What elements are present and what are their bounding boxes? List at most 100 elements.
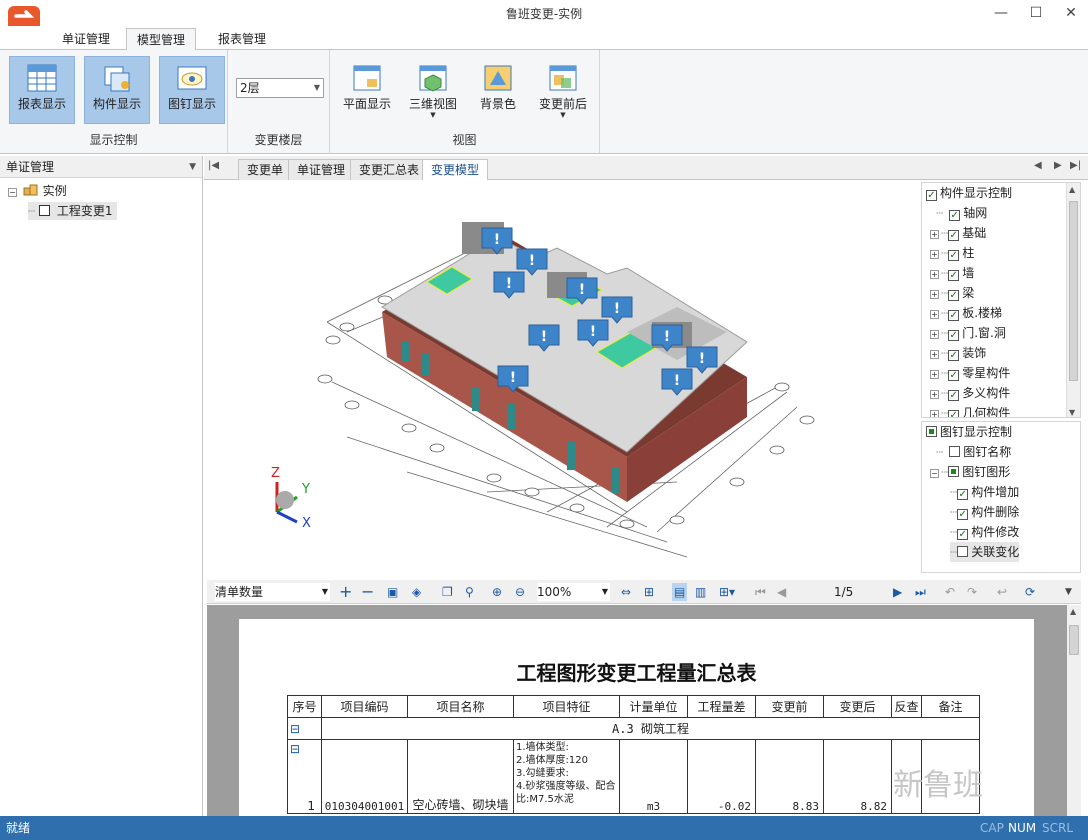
tree-item-slab-stair[interactable]: + ┄✓ 板.楼梯 bbox=[930, 303, 1002, 323]
zoom-in-icon[interactable]: + bbox=[339, 583, 352, 601]
tab-change-order[interactable]: 变更单 bbox=[238, 159, 293, 180]
expand-icon[interactable]: + bbox=[930, 350, 939, 359]
3d-view-button[interactable]: 三维视图 ▼ bbox=[400, 56, 466, 124]
checkbox-checked-icon[interactable]: ✓ bbox=[948, 370, 960, 381]
prev-tab-icon[interactable]: ◀ bbox=[1034, 160, 1042, 171]
component-display-button[interactable]: 构件显示 bbox=[84, 56, 150, 124]
background-color-button[interactable]: 背景色 bbox=[465, 56, 531, 124]
collapse-icon[interactable]: − bbox=[930, 469, 939, 478]
scrollbar[interactable]: ▲ ▼ bbox=[1066, 183, 1080, 417]
checkbox-checked-icon[interactable]: ✓ bbox=[948, 290, 960, 301]
zoom-page-out-icon[interactable]: ⊖ bbox=[515, 583, 525, 601]
back-icon[interactable]: ↩ bbox=[997, 583, 1007, 601]
checkbox-checked-icon[interactable]: ✓ bbox=[926, 190, 937, 201]
collapse-icon[interactable]: − bbox=[8, 188, 17, 197]
prev-page-icon[interactable]: ◀ bbox=[777, 583, 786, 601]
checkbox-checked-icon[interactable]: ✓ bbox=[957, 509, 969, 520]
checkbox-checked-icon[interactable]: ✓ bbox=[957, 489, 969, 500]
report-display-button[interactable]: 报表显示 bbox=[9, 56, 75, 124]
tree-item-related[interactable]: ┄ 关联变化 bbox=[950, 542, 1020, 562]
tree-item-door-window[interactable]: + ┄✓ 门.窗.洞 bbox=[930, 323, 1006, 343]
maximize-button[interactable]: ☐ bbox=[1021, 2, 1051, 24]
tree-item-pin-shape[interactable]: − ┄ 图钉图形 bbox=[930, 462, 1010, 482]
quantity-filter-select[interactable]: 清单数量 ▼ bbox=[215, 583, 330, 601]
tree-item-multi[interactable]: + ┄✓ 多义构件 bbox=[930, 383, 1010, 403]
tree-item-modify[interactable]: ┄✓ 构件修改 bbox=[950, 522, 1019, 542]
last-tab-icon[interactable]: ▶| bbox=[1070, 160, 1081, 171]
last-page-icon[interactable]: ⏭ bbox=[915, 583, 926, 601]
checkbox-unchecked-icon[interactable] bbox=[949, 446, 961, 457]
tree-item-column[interactable]: + ┄✓ 柱 bbox=[930, 243, 974, 263]
zoom-page-in-icon[interactable]: ⊕ bbox=[492, 583, 502, 601]
multi-page-icon[interactable]: ▥ bbox=[695, 583, 706, 601]
checkbox-checked-icon[interactable]: ✓ bbox=[948, 250, 960, 261]
refresh-icon[interactable]: ⟳ bbox=[1025, 583, 1035, 601]
tree-item-pin-name[interactable]: ┄ 图钉名称 bbox=[936, 442, 1011, 462]
tab-change-summary[interactable]: 变更汇总表 bbox=[350, 159, 429, 180]
tree-item-axis[interactable]: ┄ ✓ 轴网 bbox=[936, 203, 987, 223]
tree-item-decoration[interactable]: + ┄✓ 装饰 bbox=[930, 343, 986, 363]
chevron-down-icon[interactable]: ▼ bbox=[189, 156, 196, 178]
single-page-icon[interactable]: ▤ bbox=[672, 583, 688, 601]
expand-icon[interactable]: + bbox=[930, 370, 939, 379]
scroll-up-icon[interactable]: ▲ bbox=[1070, 607, 1076, 616]
expand-icon[interactable]: + bbox=[930, 390, 939, 399]
component-display-root[interactable]: ✓ 构件显示控制 bbox=[926, 183, 1012, 203]
tab-model-management[interactable]: 模型管理 bbox=[126, 28, 197, 51]
checkbox-checked-icon[interactable]: ✓ bbox=[948, 270, 960, 281]
expand-icon[interactable]: + bbox=[930, 330, 939, 339]
report-scrollbar[interactable]: ▲ bbox=[1067, 605, 1081, 816]
tree-item-wall[interactable]: + ┄✓ 墙 bbox=[930, 263, 974, 283]
expand-icon[interactable]: + bbox=[930, 250, 939, 259]
checkbox-partial-icon[interactable] bbox=[948, 466, 960, 477]
find-icon[interactable]: ⚲ bbox=[465, 583, 474, 601]
checkbox-checked-icon[interactable]: ✓ bbox=[948, 310, 960, 321]
checkbox-partial-icon[interactable] bbox=[926, 426, 937, 437]
copy-icon[interactable]: ❐ bbox=[442, 583, 453, 601]
expand-icon[interactable]: + bbox=[930, 310, 939, 319]
grid-view-icon[interactable]: ⊞▾ bbox=[719, 583, 735, 601]
row-expander-icon[interactable]: ⊟ bbox=[290, 742, 300, 756]
checkbox-checked-icon[interactable]: ✓ bbox=[957, 529, 969, 540]
first-tab-icon[interactable]: |◀ bbox=[208, 160, 219, 171]
checkbox-checked-icon[interactable]: ✓ bbox=[948, 350, 960, 361]
next-page-icon[interactable]: ▶ bbox=[893, 583, 902, 601]
toolbar-overflow-icon[interactable]: ▼ bbox=[1065, 583, 1072, 601]
tree-item-add[interactable]: ┄✓ 构件增加 bbox=[950, 482, 1019, 502]
first-page-icon[interactable]: ⏮ bbox=[755, 583, 766, 601]
redo-icon[interactable]: ↷ bbox=[967, 583, 977, 601]
tab-report-management[interactable]: 报表管理 bbox=[208, 28, 276, 51]
expand-icon[interactable]: + bbox=[930, 230, 939, 239]
pin-display-root[interactable]: 图钉显示控制 bbox=[926, 422, 1012, 442]
tree-item-misc[interactable]: + ┄✓ 零星构件 bbox=[930, 363, 1010, 383]
scroll-up-icon[interactable]: ▲ bbox=[1069, 185, 1075, 194]
save-icon[interactable]: ▣ bbox=[387, 583, 398, 601]
checkbox-checked-icon[interactable]: ✓ bbox=[948, 390, 960, 401]
pin-display-button[interactable]: 图钉显示 bbox=[159, 56, 225, 124]
before-after-button[interactable]: 变更前后 ▼ bbox=[530, 56, 596, 124]
tree-item-beam[interactable]: + ┄✓ 梁 bbox=[930, 283, 974, 303]
model-viewport[interactable]: ! ! ! ! ! ! ! ! ! ! ! Z Y X bbox=[207, 182, 916, 572]
floor-select[interactable]: 2层 ▼ bbox=[236, 78, 324, 98]
undo-icon[interactable]: ↶ bbox=[945, 583, 955, 601]
close-button[interactable]: ✕ bbox=[1056, 2, 1086, 24]
checkbox-unchecked-icon[interactable] bbox=[957, 546, 969, 557]
edit-icon[interactable]: ◈ bbox=[412, 583, 421, 601]
tree-item-foundation[interactable]: + ┄✓ 基础 bbox=[930, 223, 986, 243]
zoom-out-icon[interactable]: − bbox=[361, 583, 374, 601]
tab-document-management[interactable]: 单证管理 bbox=[52, 28, 120, 51]
next-tab-icon[interactable]: ▶ bbox=[1054, 160, 1062, 171]
checkbox-checked-icon[interactable]: ✓ bbox=[948, 410, 960, 417]
group-expander-icon[interactable]: ⊟ bbox=[287, 717, 322, 740]
checkbox-checked-icon[interactable]: ✓ bbox=[948, 330, 960, 341]
checkbox-checked-icon[interactable]: ✓ bbox=[949, 210, 961, 221]
scroll-thumb[interactable] bbox=[1069, 201, 1078, 381]
tab-change-model[interactable]: 变更模型 bbox=[422, 159, 489, 180]
fit-page-icon[interactable]: ⊞ bbox=[644, 583, 654, 601]
page-width-icon[interactable]: ⇔ bbox=[621, 583, 631, 601]
tab-doc-manage[interactable]: 单证管理 bbox=[288, 159, 355, 180]
tree-root[interactable]: − 实例 bbox=[8, 182, 67, 200]
tree-item-geometry[interactable]: + ┄✓ 几何构件 bbox=[930, 403, 1010, 417]
expand-icon[interactable]: + bbox=[930, 410, 939, 417]
expand-icon[interactable]: + bbox=[930, 270, 939, 279]
